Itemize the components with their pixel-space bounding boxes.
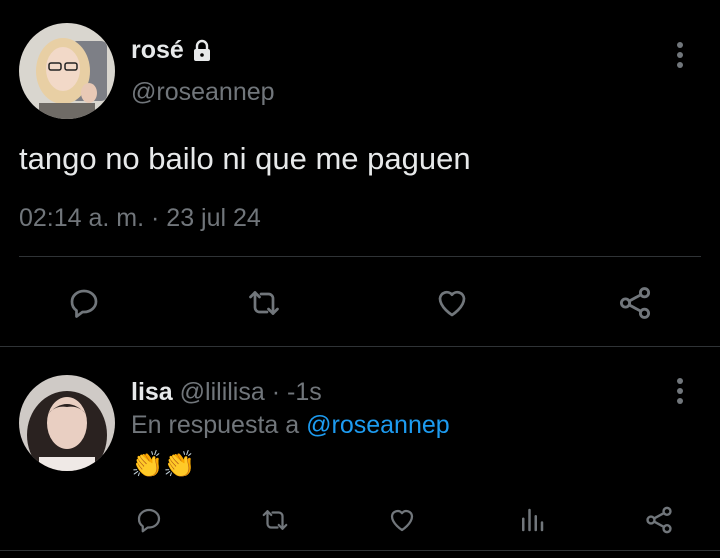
main-tweet-display-name[interactable]: rosé xyxy=(131,36,184,65)
main-tweet-divider xyxy=(19,256,701,257)
lock-icon xyxy=(190,39,214,63)
reply-context-label: En respuesta a xyxy=(131,411,300,439)
reply-tweet-more-icon[interactable] xyxy=(670,376,690,406)
main-tweet-timestamp[interactable]: 02:14 a. m. · 23 jul 24 xyxy=(19,204,261,233)
retweet-icon[interactable] xyxy=(245,285,283,321)
reply-tweet-time: · -1s xyxy=(271,378,322,406)
reply-tweet-handle[interactable]: @lililisa xyxy=(180,378,265,406)
main-tweet-handle[interactable]: @roseannep xyxy=(131,78,275,107)
reply-tweet-reply-icon[interactable] xyxy=(134,505,164,535)
stats-icon[interactable] xyxy=(517,505,547,535)
reply-context-handle-link[interactable]: @roseannep xyxy=(306,411,450,439)
avatar-image-lisa xyxy=(19,375,115,471)
main-tweet-more-icon[interactable] xyxy=(670,40,690,70)
like-icon[interactable] xyxy=(433,285,471,321)
reply-tweet-text: 👏👏 xyxy=(131,449,196,479)
reply-icon[interactable] xyxy=(66,285,102,321)
reply-tweet-share-icon[interactable] xyxy=(643,504,675,536)
reply-tweet-retweet-icon[interactable] xyxy=(259,505,291,535)
reply-tweet-avatar[interactable] xyxy=(19,375,115,471)
reply-tweet-display-name[interactable]: lisa xyxy=(131,378,173,406)
bottom-divider xyxy=(0,550,720,551)
avatar-image-rose xyxy=(19,23,115,119)
reply-tweet-like-icon[interactable] xyxy=(386,505,418,535)
section-divider xyxy=(0,346,720,347)
main-tweet-avatar[interactable] xyxy=(19,23,115,119)
main-tweet-text: tango no bailo ni que me paguen xyxy=(19,141,471,176)
share-icon[interactable] xyxy=(616,284,654,322)
